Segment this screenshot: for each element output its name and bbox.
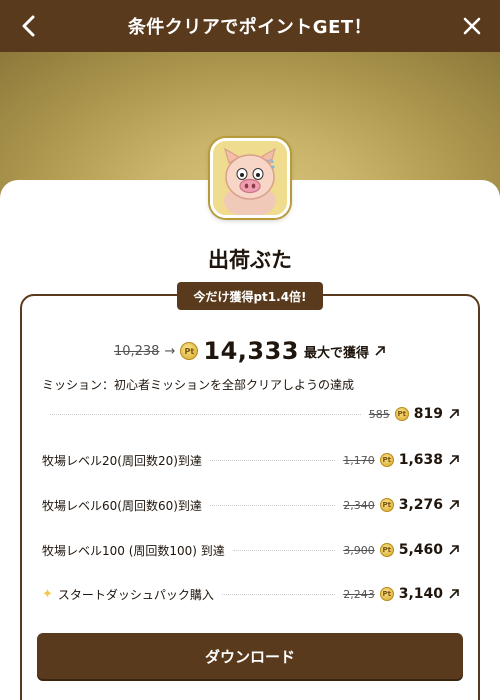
mission-reward-row[interactable]: 585 Pt 819: [42, 402, 460, 426]
external-arrow-icon[interactable]: [448, 499, 460, 511]
reward-row[interactable]: 牧場レベル20(周回数20)到達 1,170 Pt 1,638: [42, 448, 460, 472]
external-arrow-icon[interactable]: [448, 544, 460, 556]
external-arrow-icon[interactable]: [448, 588, 460, 600]
new-points: 1,638: [398, 452, 443, 468]
total-points-row: 10,238 → Pt 14,333 最大で獲得: [20, 334, 480, 368]
reward-label: 牧場レベル100 (周回数100) 到達: [42, 543, 225, 558]
dotted-leader: [209, 504, 336, 506]
old-points: 2,340: [343, 498, 375, 512]
pt-coin-icon: Pt: [379, 498, 394, 512]
pt-coin-icon: Pt: [394, 407, 409, 421]
download-button-label: ダウンロード: [204, 647, 295, 666]
dotted-leader: [221, 593, 336, 595]
pig-icon: [213, 141, 287, 215]
bonus-badge: 今だけ獲得pt1.4倍!: [177, 282, 323, 310]
header-bar: 条件クリアでポイントGET！: [0, 0, 500, 52]
old-points: 3,900: [343, 543, 375, 557]
page-title: 条件クリアでポイントGET！: [127, 17, 373, 38]
close-button[interactable]: [458, 12, 486, 40]
app-icon: [210, 138, 290, 218]
pt-coin-icon: Pt: [379, 453, 394, 467]
dotted-leader: [50, 413, 361, 415]
reward-label: スタートダッシュパック購入: [57, 587, 214, 602]
download-button[interactable]: ダウンロード: [37, 633, 463, 679]
app-title: 出荷ぶた: [208, 248, 292, 272]
total-new-points: 14,333: [203, 337, 299, 365]
sparkle-icon: ✦: [42, 586, 53, 602]
pt-coin-icon: Pt: [180, 342, 199, 360]
chevron-left-icon: [22, 15, 35, 37]
total-old-points: 10,238: [113, 343, 160, 359]
total-suffix: 最大で獲得: [304, 345, 370, 361]
new-points: 3,276: [398, 497, 443, 513]
reward-row[interactable]: 牧場レベル60(周回数60)到達 2,340 Pt 3,276: [42, 493, 460, 517]
old-points: 585: [368, 407, 390, 421]
close-icon: [463, 17, 481, 35]
reward-row[interactable]: 牧場レベル100 (周回数100) 到達 3,900 Pt 5,460: [42, 538, 460, 562]
mission-text: ミッション：初心者ミッションを全部クリアしようの達成: [42, 378, 355, 392]
external-arrow-icon[interactable]: [374, 345, 386, 357]
old-points: 1,170: [343, 453, 375, 467]
old-points: 2,243: [343, 587, 375, 601]
new-points: 3,140: [398, 586, 443, 602]
bonus-badge-label: 今だけ獲得pt1.4倍!: [193, 289, 307, 304]
reward-label: 牧場レベル60(周回数60)到達: [42, 498, 202, 513]
back-button[interactable]: [14, 12, 42, 40]
pt-coin-icon: Pt: [379, 587, 394, 601]
external-arrow-icon[interactable]: [448, 408, 460, 420]
dotted-leader: [232, 549, 336, 551]
external-arrow-icon[interactable]: [448, 454, 460, 466]
dotted-leader: [209, 459, 336, 461]
arrow-right-icon: →: [164, 343, 176, 359]
pt-coin-icon: Pt: [379, 543, 394, 557]
new-points: 819: [413, 406, 443, 422]
reward-row[interactable]: ✦ スタートダッシュパック購入 2,243 Pt 3,140: [42, 582, 460, 606]
new-points: 5,460: [398, 542, 443, 558]
reward-label: 牧場レベル20(周回数20)到達: [42, 453, 202, 468]
